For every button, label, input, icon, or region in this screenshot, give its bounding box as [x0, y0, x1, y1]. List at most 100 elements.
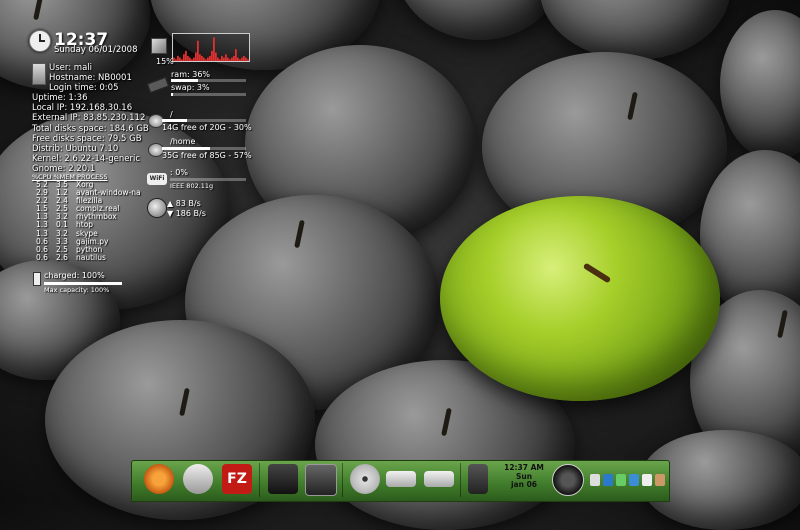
cpu-graph-bar: [207, 57, 209, 61]
swap-label: swap: 3%: [171, 83, 210, 92]
process-mem: 2.6: [56, 252, 68, 262]
cpu-graph: [172, 33, 250, 62]
cpu-graph-bar: [185, 50, 187, 61]
cpu-graph-bar: [229, 59, 231, 61]
net-upload: ▲ 83 B/s: [167, 199, 201, 208]
cpu-percent: 15%: [156, 57, 174, 66]
cpu-graph-bar: [199, 54, 201, 61]
disk-root-mount: /: [170, 110, 173, 119]
battery-bar: [44, 282, 122, 285]
memory-icon: [146, 76, 170, 94]
green-apple: [440, 196, 720, 401]
cpu-graph-bar: [215, 52, 217, 61]
hostname-label: Hostname: NB0001: [49, 73, 132, 84]
computer-icon: [32, 63, 46, 85]
process-row: 0.6 2.6 nautilus: [36, 252, 141, 262]
ubuntu-menu-icon[interactable]: [144, 464, 174, 494]
tray-app-icon[interactable]: [655, 474, 665, 486]
clock-date: Sunday 06/01/2008: [54, 45, 138, 55]
cpu-graph-bar: [235, 49, 237, 61]
cpu-graph-bar: [237, 57, 239, 61]
uptime-label: Uptime: 1:36: [32, 93, 88, 103]
filezilla-icon[interactable]: FZ: [222, 464, 252, 494]
apple: [540, 0, 730, 60]
ram-label: ram: 36%: [171, 70, 211, 79]
cpu-graph-bar: [239, 59, 241, 61]
cd-drive-icon[interactable]: [350, 464, 380, 494]
cpu-graph-bar: [223, 57, 225, 61]
total-disk-label: Total disks space: 184.6 GB: [32, 123, 149, 134]
cpu-graph-bar: [231, 57, 233, 61]
system-tray: [590, 474, 666, 490]
cpu-graph-bar: [213, 37, 215, 61]
user-label: User: mali: [49, 63, 93, 73]
cpu-graph-bar: [241, 57, 243, 61]
cpu-graph-bar: [203, 57, 205, 61]
tray-app-icon[interactable]: [603, 474, 613, 486]
cpu-graph-bar: [197, 40, 199, 61]
disk-home-bar: [162, 147, 246, 150]
dock-separator: [259, 463, 260, 497]
cpu-graph-bar: [209, 55, 211, 61]
battery-capacity: Max capacity: 100%: [44, 286, 110, 294]
cpu-graph-bar: [233, 55, 235, 61]
cpu-graph-bar: [227, 57, 229, 61]
speaker-icon[interactable]: [468, 464, 488, 494]
wifi-name: IEEE 802.11g: [170, 182, 214, 190]
ram-bar: [171, 79, 246, 82]
cpu-graph-bar: [243, 55, 245, 61]
battery-status: charged: 100%: [44, 271, 105, 280]
cpu-graph-svg: [173, 37, 249, 61]
tray-app-icon[interactable]: [642, 474, 652, 486]
dock-clock-date: jan 06: [510, 480, 538, 489]
cpu-graph-bar: [211, 50, 213, 61]
process-list: 5.2 3.5 Xorg 2.9 1.2 avant-window-na 2.2 2.4 fil…: [36, 180, 141, 262]
disk-home-info: 35G free of 85G - 57%: [162, 151, 252, 160]
system-info: User: mali Hostname: NB0001 Login time: …: [49, 63, 132, 94]
process-cpu: 0.6: [36, 252, 48, 262]
battery-icon: [33, 272, 41, 286]
swap-bar: [171, 93, 246, 96]
cpu-graph-bar: [205, 59, 207, 61]
cpu-graph-bar: [191, 59, 193, 61]
disk-root-info: 14G free of 20G - 30%: [162, 123, 252, 132]
kernel-label: Kernel: 2.6.22-14-generic: [32, 154, 141, 165]
terminal-icon[interactable]: [305, 464, 337, 496]
tray-app-icon[interactable]: [590, 474, 600, 486]
cpu-graph-bar: [179, 57, 181, 61]
net-download: ▼ 186 B/s: [167, 209, 206, 218]
cpu-graph-bar: [183, 54, 185, 61]
distrib-label: Distrib: Ubuntu 7.10: [32, 144, 119, 155]
cpu-graph-bar: [175, 59, 177, 61]
cpu-icon: [151, 38, 167, 54]
web-browser-icon[interactable]: [183, 464, 213, 494]
apple: [720, 10, 800, 160]
cpu-graph-bar: [247, 59, 249, 61]
cpu-graph-bar: [225, 54, 227, 61]
power-button-icon[interactable]: [552, 464, 584, 496]
cpu-graph-bar: [189, 57, 191, 61]
wifi-quality: : 0%: [170, 168, 188, 177]
harddisk-icon[interactable]: [424, 471, 454, 487]
apple: [395, 0, 565, 40]
network-icon: [147, 198, 167, 218]
tray-app-icon[interactable]: [629, 474, 639, 486]
cpu-graph-bar: [201, 55, 203, 61]
cpu-graph-bar: [177, 55, 179, 61]
camera-icon[interactable]: [268, 464, 298, 494]
external-ip-label: External IP: 83.85.230.112: [32, 113, 146, 124]
dock-clock[interactable]: 12:37 AM Sun jan 06: [504, 463, 544, 490]
dock-separator: [460, 463, 461, 497]
wifi-icon: WiFi: [147, 173, 167, 185]
process-name: nautilus: [76, 252, 106, 262]
tray-app-icon[interactable]: [616, 474, 626, 486]
disk-root-bar: [162, 119, 246, 122]
cpu-graph-bar: [219, 59, 221, 61]
cpu-graph-bar: [195, 52, 197, 61]
free-disk-label: Free disks space: 79.5 GB: [32, 133, 142, 144]
cpu-graph-bar: [181, 59, 183, 61]
wifi-bar: [170, 178, 246, 181]
cpu-graph-bar: [221, 55, 223, 61]
harddisk-icon[interactable]: [386, 471, 416, 487]
local-ip-label: Local IP: 192.168.30.16: [32, 103, 133, 114]
